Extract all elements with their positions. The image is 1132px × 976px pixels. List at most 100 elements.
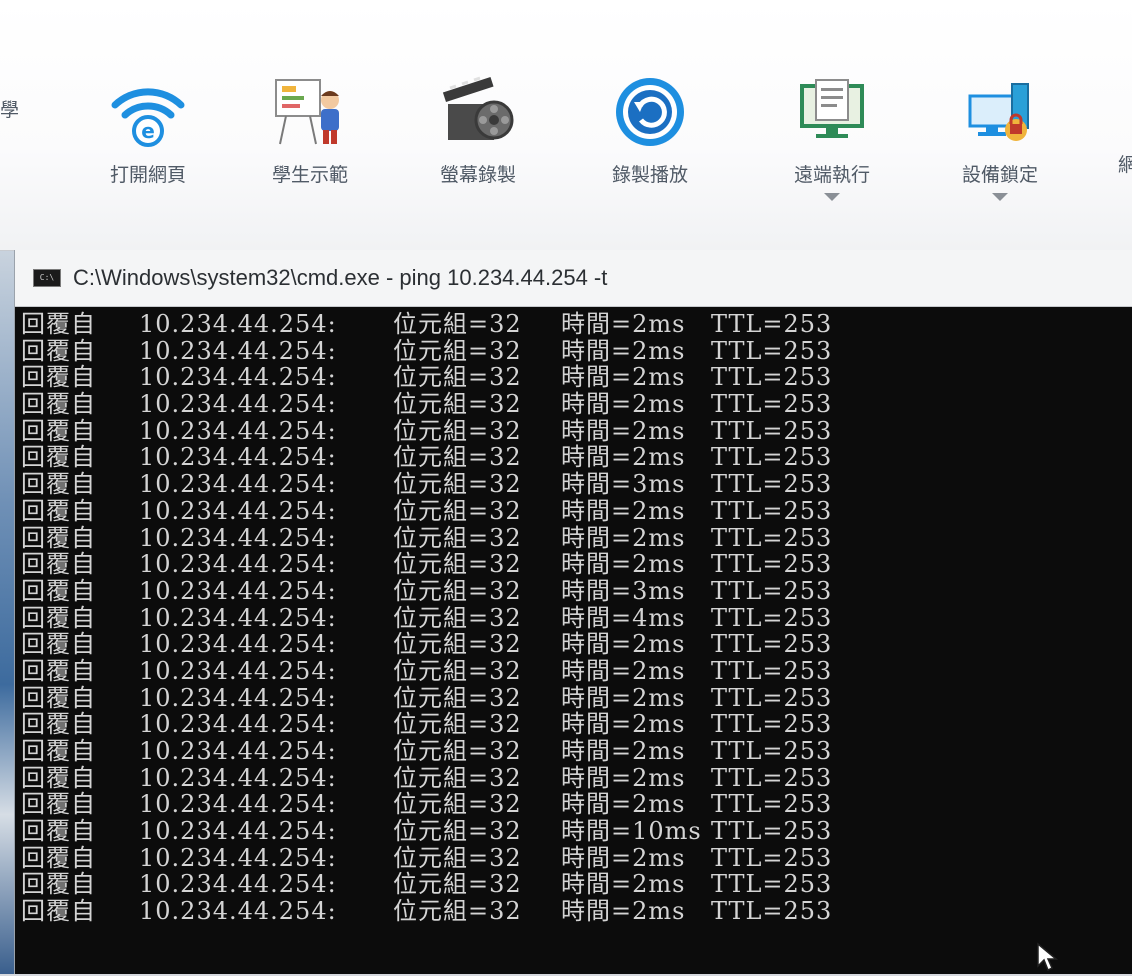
reply-ip: 10.234.44.254:	[139, 603, 337, 632]
remote-exec-label: 遠端執行	[793, 164, 870, 186]
reply-prefix: 回覆自	[21, 443, 96, 472]
reply-prefix: 回覆自	[21, 336, 96, 365]
reply-prefix: 回覆自	[21, 390, 96, 419]
reply-prefix: 回覆自	[21, 416, 96, 445]
student-demo-icon	[270, 72, 350, 152]
reply-prefix: 回覆自	[21, 523, 96, 552]
reply-bytes: 位元組=32	[393, 630, 522, 659]
reply-ttl: TTL=253	[711, 470, 833, 499]
cmd-titlebar[interactable]: C:\ C:\Windows\system32\cmd.exe - ping 1…	[15, 250, 1132, 307]
reply-ttl: TTL=253	[711, 763, 833, 792]
reply-ip: 10.234.44.254:	[139, 470, 337, 499]
reply-time: 時間=2ms	[561, 363, 686, 392]
reply-ip: 10.234.44.254:	[139, 550, 337, 579]
reply-bytes: 位元組=32	[393, 576, 522, 605]
reply-time: 時間=2ms	[561, 443, 686, 472]
reply-bytes: 位元組=32	[393, 763, 522, 792]
console-line: 回覆自 10.234.44.254: 位元組=32 時間=2ms TTL=253	[21, 364, 1132, 391]
console-line: 回覆自 10.234.44.254: 位元組=32 時間=2ms TTL=253	[21, 444, 1132, 471]
chevron-down-icon[interactable]	[824, 193, 840, 201]
console-line: 回覆自 10.234.44.254: 位元組=32 時間=3ms TTL=253	[21, 578, 1132, 605]
console-line: 回覆自 10.234.44.254: 位元組=32 時間=2ms TTL=253	[21, 551, 1132, 578]
reply-bytes: 位元組=32	[393, 683, 522, 712]
console-line: 回覆自 10.234.44.254: 位元組=32 時間=2ms TTL=253	[21, 336, 1132, 365]
remote-exec-icon	[792, 72, 872, 152]
student-demo-button[interactable]: 學生示範	[250, 72, 370, 187]
reply-ip: 10.234.44.254:	[139, 710, 337, 739]
console-line: 回覆自 10.234.44.254: 位元組=32 時間=2ms TTL=253	[21, 871, 1132, 898]
recording-playback-button[interactable]: 錄製播放	[590, 72, 710, 187]
reply-bytes: 位元組=32	[393, 470, 522, 499]
reply-time: 時間=2ms	[561, 843, 686, 872]
device-lock-icon	[960, 72, 1040, 152]
reply-bytes: 位元組=32	[393, 843, 522, 872]
reply-time: 時間=2ms	[561, 550, 686, 579]
reply-bytes: 位元組=32	[393, 363, 522, 392]
console-line: 回覆自 10.234.44.254: 位元組=32 時間=2ms TTL=253	[21, 658, 1132, 685]
reply-bytes: 位元組=32	[393, 336, 522, 365]
reply-prefix: 回覆自	[21, 843, 96, 872]
screen-record-button[interactable]: 螢幕錄製	[418, 72, 538, 187]
reply-ip: 10.234.44.254:	[139, 843, 337, 872]
recording-playback-label: 錄製播放	[611, 164, 688, 186]
reply-time: 時間=2ms	[561, 496, 686, 525]
reply-ttl: TTL=253	[711, 310, 833, 338]
reply-time: 時間=2ms	[561, 416, 686, 445]
reply-time: 時間=2ms	[561, 523, 686, 552]
reply-prefix: 回覆自	[21, 470, 96, 499]
chevron-down-icon[interactable]	[992, 193, 1008, 201]
reply-ip: 10.234.44.254:	[139, 656, 337, 685]
reply-prefix: 回覆自	[21, 737, 96, 765]
reply-ttl: TTL=253	[711, 870, 833, 899]
reply-ttl: TTL=253	[711, 710, 833, 739]
reply-ttl: TTL=253	[711, 630, 833, 659]
reply-prefix: 回覆自	[21, 683, 96, 712]
reply-time: 時間=4ms	[561, 603, 686, 632]
reply-ip: 10.234.44.254:	[139, 870, 337, 899]
open-webpage-button[interactable]: e 打開網頁	[88, 72, 208, 187]
reply-ip: 10.234.44.254:	[139, 897, 337, 926]
console-line: 回覆自 10.234.44.254: 位元組=32 時間=2ms TTL=253	[21, 523, 1132, 552]
reply-bytes: 位元組=32	[393, 737, 522, 765]
reply-prefix: 回覆自	[21, 630, 96, 659]
reply-bytes: 位元組=32	[393, 496, 522, 525]
reply-ttl: TTL=253	[711, 790, 833, 819]
reply-time: 時間=3ms	[561, 470, 686, 499]
reply-bytes: 位元組=32	[393, 416, 522, 445]
reply-ip: 10.234.44.254:	[139, 336, 337, 365]
mouse-pointer-icon	[1036, 942, 1060, 976]
reply-time: 時間=2ms	[561, 763, 686, 792]
reply-bytes: 位元組=32	[393, 870, 522, 899]
reply-ttl: TTL=253	[711, 496, 833, 525]
svg-text:e: e	[141, 119, 155, 143]
reply-ttl: TTL=253	[711, 550, 833, 579]
reply-bytes: 位元組=32	[393, 656, 522, 685]
reply-ttl: TTL=253	[711, 737, 833, 765]
console-output[interactable]: 回覆自 10.234.44.254: 位元組=32 時間=2ms TTL=253 回覆自 1…	[15, 308, 1132, 974]
reply-time: 時間=10ms	[561, 817, 702, 846]
reply-ip: 10.234.44.254:	[139, 523, 337, 552]
cmd-window[interactable]: C:\ C:\Windows\system32\cmd.exe - ping 1…	[14, 250, 1132, 974]
reply-ttl: TTL=253	[711, 336, 833, 365]
toolbar-edge-right-label: 網	[1118, 154, 1132, 176]
reply-ip: 10.234.44.254:	[139, 630, 337, 659]
reply-time: 時間=2ms	[561, 683, 686, 712]
remote-exec-button[interactable]: 遠端執行	[772, 72, 892, 201]
reply-bytes: 位元組=32	[393, 443, 522, 472]
reply-ttl: TTL=253	[711, 523, 833, 552]
console-line: 回覆自 10.234.44.254: 位元組=32 時間=2ms TTL=253	[21, 683, 1132, 712]
device-lock-button[interactable]: 設備鎖定	[940, 72, 1060, 201]
reply-bytes: 位元組=32	[393, 603, 522, 632]
console-line: 回覆自 10.234.44.254: 位元組=32 時間=2ms TTL=253	[21, 416, 1132, 445]
reply-ip: 10.234.44.254:	[139, 790, 337, 819]
reply-prefix: 回覆自	[21, 576, 96, 605]
reply-ip: 10.234.44.254:	[139, 496, 337, 525]
cmd-window-title: C:\Windows\system32\cmd.exe - ping 10.23…	[73, 265, 608, 290]
reply-ip: 10.234.44.254:	[139, 763, 337, 792]
reply-prefix: 回覆自	[21, 550, 96, 579]
student-demo-label: 學生示範	[271, 164, 348, 186]
console-line: 回覆自 10.234.44.254: 位元組=32 時間=2ms TTL=253	[21, 711, 1132, 738]
reply-ttl: TTL=253	[711, 817, 833, 846]
reply-bytes: 位元組=32	[393, 897, 522, 926]
reply-ttl: TTL=253	[711, 416, 833, 445]
